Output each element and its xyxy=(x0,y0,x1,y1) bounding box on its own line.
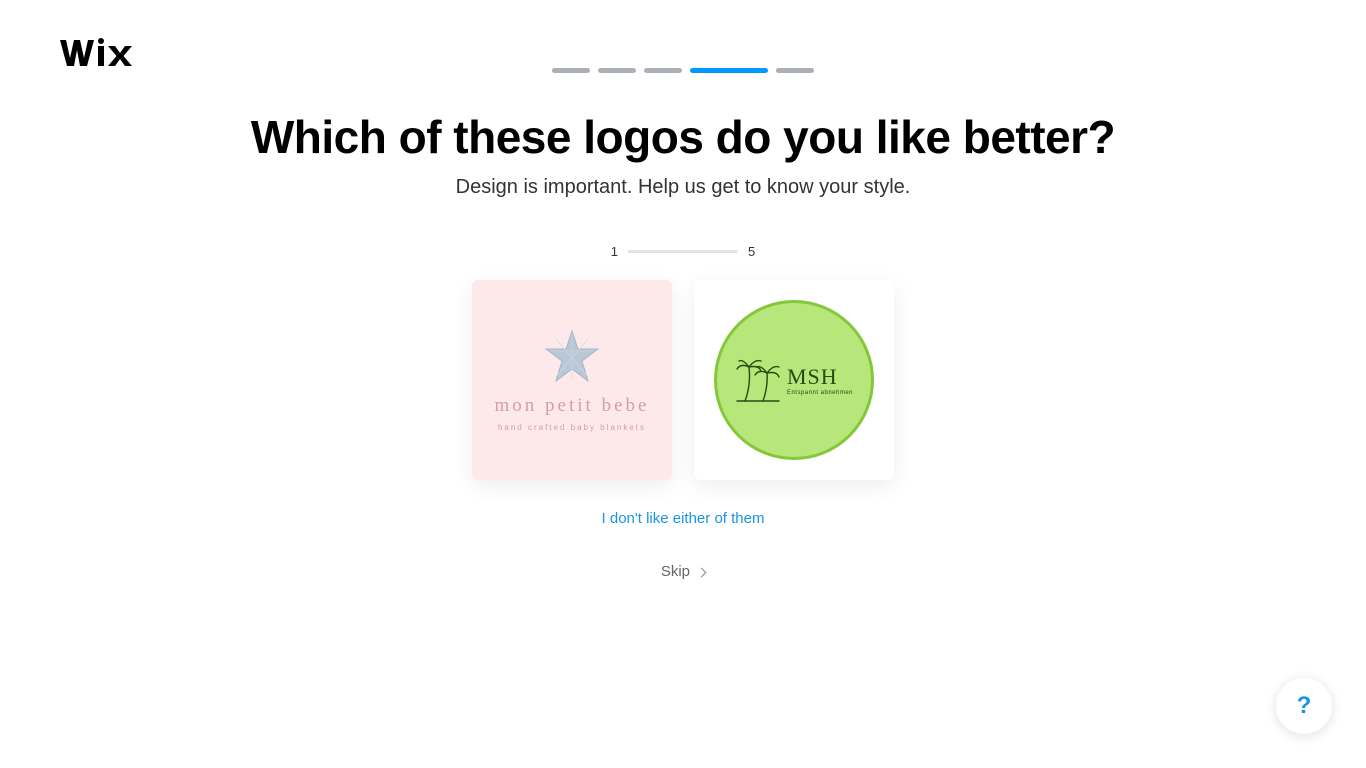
mini-progress-bar xyxy=(628,250,738,253)
question-mark-icon: ? xyxy=(1297,692,1312,720)
logo-b-text-block: MSH Entspannt abnehmen xyxy=(787,364,853,396)
mini-progress-total: 5 xyxy=(748,244,755,259)
step-2 xyxy=(598,68,636,73)
logo-option-a[interactable]: mon petit bebe hand crafted baby blanket… xyxy=(472,280,672,480)
skip-label: Skip xyxy=(661,563,690,580)
step-5 xyxy=(776,68,814,73)
wix-logo-svg xyxy=(60,38,138,68)
help-button[interactable]: ? xyxy=(1276,678,1332,734)
skip-button[interactable]: Skip xyxy=(0,563,1366,580)
mini-progress-current: 1 xyxy=(611,244,618,259)
progress-stepper xyxy=(552,68,814,73)
logo-a-brand-text: mon petit bebe xyxy=(495,395,650,417)
chevron-right-icon xyxy=(697,567,707,577)
logo-choice-row: mon petit bebe hand crafted baby blanket… xyxy=(472,280,894,480)
wix-logo xyxy=(60,38,138,76)
palm-tree-icon xyxy=(735,355,781,405)
step-1 xyxy=(552,68,590,73)
star-icon xyxy=(544,329,600,383)
dislike-both-link[interactable]: I don't like either of them xyxy=(0,510,1366,527)
step-3 xyxy=(644,68,682,73)
logo-b-tagline: Entspannt abnehmen xyxy=(787,390,853,396)
logo-option-b-art: MSH Entspannt abnehmen xyxy=(714,300,874,460)
mini-progress: 1 5 xyxy=(611,244,755,259)
step-4-active xyxy=(690,68,768,73)
logo-option-a-art: mon petit bebe hand crafted baby blanket… xyxy=(472,280,672,480)
page-title: Which of these logos do you like better? xyxy=(0,110,1366,164)
logo-option-b[interactable]: MSH Entspannt abnehmen xyxy=(694,280,894,480)
logo-b-brand-text: MSH xyxy=(787,364,838,390)
page-subtitle: Design is important. Help us get to know… xyxy=(0,176,1366,199)
logo-a-tagline: hand crafted baby blankets xyxy=(498,423,646,432)
